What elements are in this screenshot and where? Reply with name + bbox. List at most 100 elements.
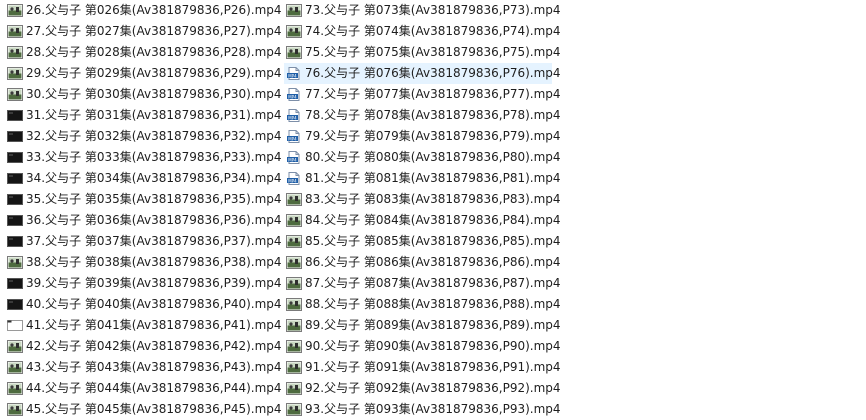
file-item[interactable]: 44.父与子 第044集(Av381879836,P44).mp4	[5, 378, 282, 399]
svg-text:MP4: MP4	[288, 94, 297, 99]
file-name: 90.父与子 第090集(Av381879836,P90).mp4	[305, 339, 561, 353]
svg-text:MP4: MP4	[288, 157, 297, 162]
file-name: 77.父与子 第077集(Av381879836,P77).mp4	[305, 87, 561, 101]
mp4-file-icon: MP4	[286, 151, 302, 164]
mp4-file-icon: MP4	[286, 130, 302, 143]
file-item[interactable]: MP4 79.父与子 第079集(Av381879836,P79).mp4	[284, 126, 561, 147]
file-item[interactable]: 39.父与子 第039集(Av381879836,P39).mp4	[5, 273, 282, 294]
video-dark-thumbnail-icon	[7, 172, 23, 185]
file-name: 33.父与子 第033集(Av381879836,P33).mp4	[26, 150, 282, 164]
file-name: 29.父与子 第029集(Av381879836,P29).mp4	[26, 66, 282, 80]
svg-text:MP4: MP4	[288, 73, 297, 78]
file-item[interactable]: 29.父与子 第029集(Av381879836,P29).mp4	[5, 63, 282, 84]
file-item[interactable]: 91.父与子 第091集(Av381879836,P91).mp4	[284, 357, 561, 378]
file-item[interactable]: 37.父与子 第037集(Av381879836,P37).mp4	[5, 231, 282, 252]
file-item[interactable]: 36.父与子 第036集(Av381879836,P36).mp4	[5, 210, 282, 231]
file-item[interactable]: 88.父与子 第088集(Av381879836,P88).mp4	[284, 294, 561, 315]
file-item[interactable]: 26.父与子 第026集(Av381879836,P26).mp4	[5, 0, 282, 21]
file-name: 74.父与子 第074集(Av381879836,P74).mp4	[305, 24, 561, 38]
file-list-column-1: 26.父与子 第026集(Av381879836,P26).mp4 27.父与子 …	[5, 0, 282, 420]
svg-text:MP4: MP4	[288, 115, 297, 120]
video-thumbnail-icon	[286, 319, 302, 332]
video-thumbnail-icon	[7, 25, 23, 38]
video-thumbnail-icon	[286, 403, 302, 416]
file-name: 79.父与子 第079集(Av381879836,P79).mp4	[305, 129, 561, 143]
video-thumbnail-icon	[286, 235, 302, 248]
video-dark-thumbnail-icon	[7, 130, 23, 143]
file-item[interactable]: 85.父与子 第085集(Av381879836,P85).mp4	[284, 231, 561, 252]
file-name: 84.父与子 第084集(Av381879836,P84).mp4	[305, 213, 561, 227]
file-item[interactable]: 90.父与子 第090集(Av381879836,P90).mp4	[284, 336, 561, 357]
file-name: 80.父与子 第080集(Av381879836,P80).mp4	[305, 150, 561, 164]
file-item[interactable]: 28.父与子 第028集(Av381879836,P28).mp4	[5, 42, 282, 63]
video-thumbnail-icon	[7, 256, 23, 269]
video-thumbnail-icon	[7, 67, 23, 80]
mp4-file-icon: MP4	[286, 172, 302, 185]
file-name: 86.父与子 第086集(Av381879836,P86).mp4	[305, 255, 561, 269]
video-thumbnail-icon	[7, 46, 23, 59]
video-thumbnail-icon	[286, 25, 302, 38]
file-item[interactable]: 33.父与子 第033集(Av381879836,P33).mp4	[5, 147, 282, 168]
file-item[interactable]: 27.父与子 第027集(Av381879836,P27).mp4	[5, 21, 282, 42]
svg-text:MP4: MP4	[288, 136, 297, 141]
blank-thumbnail-icon	[7, 319, 23, 332]
file-name: 44.父与子 第044集(Av381879836,P44).mp4	[26, 381, 282, 395]
file-name: 39.父与子 第039集(Av381879836,P39).mp4	[26, 276, 282, 290]
video-thumbnail-icon	[286, 298, 302, 311]
file-item[interactable]: 42.父与子 第042集(Av381879836,P42).mp4	[5, 336, 282, 357]
video-thumbnail-icon	[286, 256, 302, 269]
file-item[interactable]: 38.父与子 第038集(Av381879836,P38).mp4	[5, 252, 282, 273]
video-thumbnail-icon	[286, 4, 302, 17]
file-name: 81.父与子 第081集(Av381879836,P81).mp4	[305, 171, 561, 185]
video-dark-thumbnail-icon	[7, 298, 23, 311]
file-name: 36.父与子 第036集(Av381879836,P36).mp4	[26, 213, 282, 227]
mp4-file-icon: MP4	[286, 88, 302, 101]
mp4-file-icon: MP4	[286, 67, 302, 80]
file-list-view: 26.父与子 第026集(Av381879836,P26).mp4 27.父与子 …	[0, 0, 866, 417]
file-item[interactable]: 35.父与子 第035集(Av381879836,P35).mp4	[5, 189, 282, 210]
file-item[interactable]: 73.父与子 第073集(Av381879836,P73).mp4	[284, 0, 561, 21]
file-item[interactable]: 30.父与子 第030集(Av381879836,P30).mp4	[5, 84, 282, 105]
video-dark-thumbnail-icon	[7, 214, 23, 227]
file-name: 37.父与子 第037集(Av381879836,P37).mp4	[26, 234, 282, 248]
file-list-column-2: 73.父与子 第073集(Av381879836,P73).mp4 74.父与子 …	[284, 0, 561, 420]
video-thumbnail-icon	[286, 277, 302, 290]
file-item[interactable]: 34.父与子 第034集(Av381879836,P34).mp4	[5, 168, 282, 189]
file-name: 76.父与子 第076集(Av381879836,P76).mp4	[305, 66, 561, 80]
file-item[interactable]: MP4 77.父与子 第077集(Av381879836,P77).mp4	[284, 84, 561, 105]
video-dark-thumbnail-icon	[7, 193, 23, 206]
file-item[interactable]: 86.父与子 第086集(Av381879836,P86).mp4	[284, 252, 561, 273]
file-item[interactable]: 84.父与子 第084集(Av381879836,P84).mp4	[284, 210, 561, 231]
file-item[interactable]: 87.父与子 第087集(Av381879836,P87).mp4	[284, 273, 561, 294]
file-item[interactable]: 43.父与子 第043集(Av381879836,P43).mp4	[5, 357, 282, 378]
file-item[interactable]: 89.父与子 第089集(Av381879836,P89).mp4	[284, 315, 561, 336]
video-thumbnail-icon	[286, 193, 302, 206]
video-thumbnail-icon	[286, 340, 302, 353]
file-name: 35.父与子 第035集(Av381879836,P35).mp4	[26, 192, 282, 206]
video-thumbnail-icon	[286, 46, 302, 59]
file-name: 88.父与子 第088集(Av381879836,P88).mp4	[305, 297, 561, 311]
file-item[interactable]: MP4 76.父与子 第076集(Av381879836,P76).mp4	[284, 63, 561, 84]
file-item[interactable]: 40.父与子 第040集(Av381879836,P40).mp4	[5, 294, 282, 315]
file-name: 30.父与子 第030集(Av381879836,P30).mp4	[26, 87, 282, 101]
file-name: 31.父与子 第031集(Av381879836,P31).mp4	[26, 108, 282, 122]
file-name: 73.父与子 第073集(Av381879836,P73).mp4	[305, 3, 561, 17]
video-dark-thumbnail-icon	[7, 151, 23, 164]
file-item[interactable]: 75.父与子 第075集(Av381879836,P75).mp4	[284, 42, 561, 63]
file-item[interactable]: MP4 80.父与子 第080集(Av381879836,P80).mp4	[284, 147, 561, 168]
svg-text:MP4: MP4	[288, 178, 297, 183]
file-name: 42.父与子 第042集(Av381879836,P42).mp4	[26, 339, 282, 353]
file-name: 38.父与子 第038集(Av381879836,P38).mp4	[26, 255, 282, 269]
file-item[interactable]: 31.父与子 第031集(Av381879836,P31).mp4	[5, 105, 282, 126]
file-item[interactable]: 32.父与子 第032集(Av381879836,P32).mp4	[5, 126, 282, 147]
file-name: 27.父与子 第027集(Av381879836,P27).mp4	[26, 24, 282, 38]
file-item[interactable]: MP4 81.父与子 第081集(Av381879836,P81).mp4	[284, 168, 561, 189]
file-item[interactable]: MP4 78.父与子 第078集(Av381879836,P78).mp4	[284, 105, 561, 126]
file-item[interactable]: 74.父与子 第074集(Av381879836,P74).mp4	[284, 21, 561, 42]
file-name: 83.父与子 第083集(Av381879836,P83).mp4	[305, 192, 561, 206]
file-item[interactable]: 83.父与子 第083集(Av381879836,P83).mp4	[284, 189, 561, 210]
file-name: 75.父与子 第075集(Av381879836,P75).mp4	[305, 45, 561, 59]
file-item[interactable]: 41.父与子 第041集(Av381879836,P41).mp4	[5, 315, 282, 336]
file-name: 89.父与子 第089集(Av381879836,P89).mp4	[305, 318, 561, 332]
file-item[interactable]: 92.父与子 第092集(Av381879836,P92).mp4	[284, 378, 561, 399]
